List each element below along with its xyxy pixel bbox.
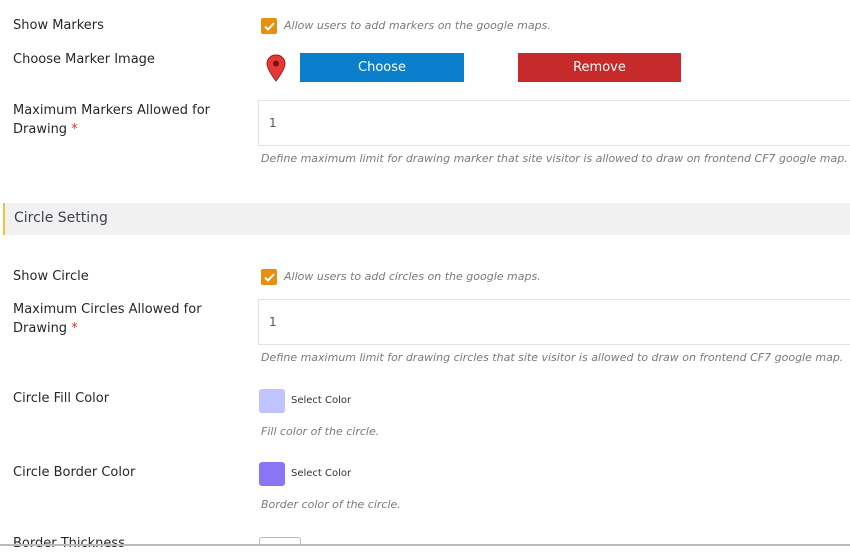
border-color-hint: Border color of the circle.	[261, 498, 401, 511]
max-markers-label-line2: Drawing	[13, 122, 68, 137]
max-circles-value: 1	[269, 315, 277, 329]
max-markers-input[interactable]: 1	[258, 100, 850, 146]
fill-color-swatch[interactable]	[259, 389, 285, 413]
circle-setting-section: Circle Setting	[3, 203, 850, 235]
required-mark: *	[71, 122, 78, 137]
max-markers-value: 1	[269, 116, 277, 130]
border-color-select-button[interactable]: Select Color	[291, 468, 351, 479]
show-circle-label: Show Circle	[13, 269, 89, 284]
show-markers-checkbox[interactable]	[261, 18, 277, 34]
max-circles-label-line1: Maximum Circles Allowed for	[13, 302, 202, 317]
choose-button[interactable]: Choose	[300, 53, 464, 82]
show-markers-hint: Allow users to add markers on the google…	[284, 19, 551, 32]
max-circles-label-line2: Drawing	[13, 321, 68, 336]
max-markers-label-line1: Maximum Markers Allowed for	[13, 103, 210, 118]
marker-image-label: Choose Marker Image	[13, 52, 155, 67]
max-circles-label: Maximum Circles Allowed for Drawing *	[13, 300, 243, 338]
border-color-label: Circle Border Color	[13, 465, 136, 480]
border-color-swatch[interactable]	[259, 462, 285, 486]
map-pin-icon	[266, 54, 286, 82]
show-circle-hint: Allow users to add circles on the google…	[284, 270, 541, 283]
show-markers-label: Show Markers	[13, 18, 104, 33]
max-markers-label: Maximum Markers Allowed for Drawing *	[13, 101, 243, 139]
max-circles-hint: Define maximum limit for drawing circles…	[261, 351, 844, 364]
max-circles-input[interactable]: 1	[258, 299, 850, 345]
check-icon	[263, 273, 275, 282]
section-title: Circle Setting	[14, 210, 108, 226]
fill-color-label: Circle Fill Color	[13, 391, 110, 406]
required-mark: *	[71, 321, 78, 336]
max-markers-hint: Define maximum limit for drawing marker …	[261, 152, 848, 165]
remove-button[interactable]: Remove	[518, 53, 681, 82]
fill-color-select-button[interactable]: Select Color	[291, 395, 351, 406]
check-icon	[263, 22, 275, 31]
fill-color-hint: Fill color of the circle.	[261, 425, 380, 438]
show-circle-checkbox[interactable]	[261, 269, 277, 285]
